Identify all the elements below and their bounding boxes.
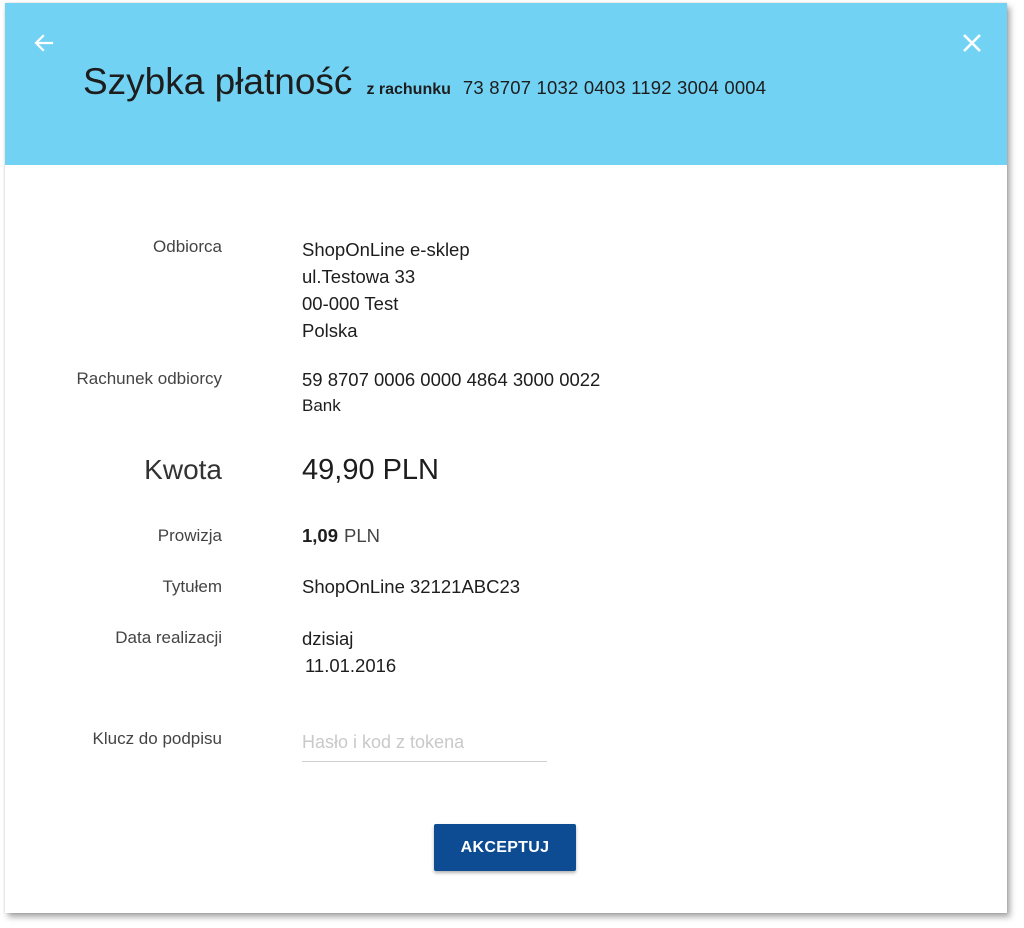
recipient-city: 00-000 Test (302, 293, 399, 314)
payment-dialog: Szybka płatność z rachunku 73 8707 1032 … (5, 3, 1007, 913)
arrow-left-icon (34, 34, 54, 52)
transfer-title-value: ShopOnLine 32121ABC23 (302, 576, 521, 597)
dialog-header: Szybka płatność z rachunku 73 8707 1032 … (5, 3, 1007, 165)
from-account-label: z rachunku (366, 81, 451, 98)
recipient-account-label: Rachunek odbiorcy (76, 369, 222, 388)
fee-value: 1,09 PLN (302, 525, 380, 547)
back-button[interactable] (31, 30, 57, 56)
title-label: Tytułem (162, 577, 222, 596)
recipient-value: ShopOnLine e-sklep ul.Testowa 33 00-000 … (302, 236, 470, 344)
recipient-name: ShopOnLine e-sklep (302, 239, 470, 260)
recipient-label: Odbiorca (153, 237, 222, 256)
date-label: Data realizacji (115, 628, 222, 647)
recipient-country: Polska (302, 320, 358, 341)
accept-button[interactable]: AKCEPTUJ (434, 824, 576, 871)
recipient-account-number: 59 8707 0006 0000 4864 3000 0022 (302, 369, 601, 390)
recipient-bank-name: Bank (302, 396, 341, 415)
fee-label: Prowizja (157, 526, 222, 545)
close-icon (963, 34, 981, 52)
signature-label: Klucz do podpisu (92, 729, 222, 748)
fee-number: 1,09 (302, 525, 339, 546)
fee-currency: PLN (344, 525, 381, 546)
amount-label: Kwota (144, 454, 222, 485)
amount-value: 49,90 PLN (302, 454, 439, 487)
date-exact: 11.01.2016 (305, 655, 397, 676)
close-button[interactable] (959, 30, 985, 56)
date-relative: dzisiaj (302, 628, 354, 649)
amount-number: 49,90 (302, 454, 375, 486)
page-title: Szybka płatność (83, 61, 353, 102)
date-value: dzisiaj 11.01.2016 (302, 625, 396, 679)
title-row: Szybka płatność z rachunku 73 8707 1032 … (83, 61, 766, 103)
recipient-street: ul.Testowa 33 (302, 266, 416, 287)
recipient-account-value: 59 8707 0006 0000 4864 3000 0022 Bank (302, 366, 600, 419)
amount-currency: PLN (382, 454, 439, 486)
from-account-number: 73 8707 1032 0403 1192 3004 0004 (462, 77, 767, 98)
signature-input[interactable] (302, 723, 547, 762)
